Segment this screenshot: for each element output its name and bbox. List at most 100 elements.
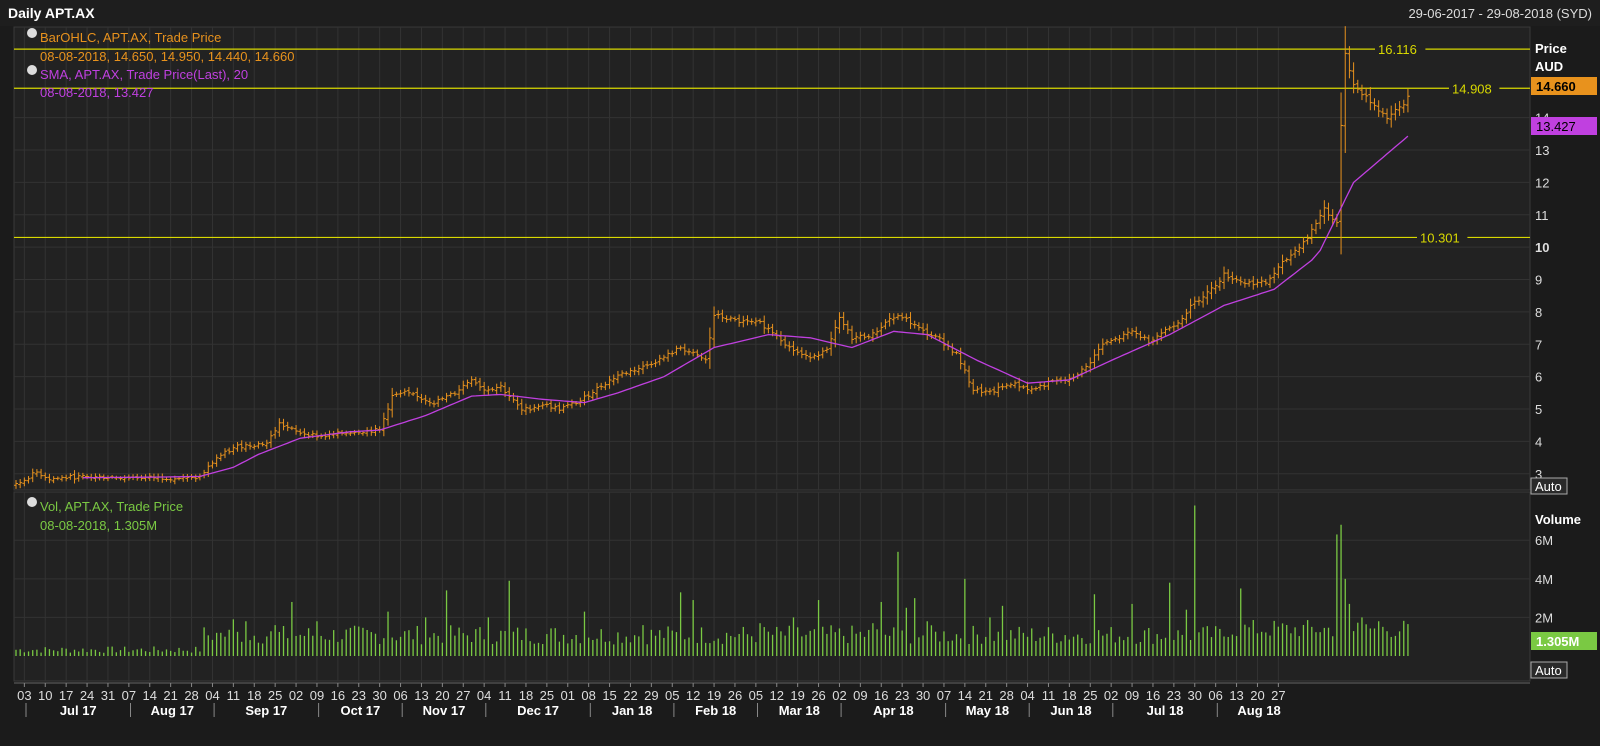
x-axis-day-label: 03 bbox=[17, 688, 31, 703]
chart-title: Daily APT.AX bbox=[8, 5, 95, 21]
x-axis-day-label: 21 bbox=[163, 688, 177, 703]
x-axis-day-label: 13 bbox=[414, 688, 428, 703]
x-axis-month-label: Nov 17 bbox=[423, 703, 466, 718]
x-axis-day-label: 23 bbox=[352, 688, 366, 703]
x-axis-day-label: 26 bbox=[811, 688, 825, 703]
x-axis-day-label: 10 bbox=[38, 688, 52, 703]
x-axis-day-label: 30 bbox=[372, 688, 386, 703]
x-axis-day-label: 06 bbox=[393, 688, 407, 703]
x-axis-day-label: 27 bbox=[1271, 688, 1285, 703]
x-axis-day-label: 15 bbox=[602, 688, 616, 703]
volume-auto-label: Auto bbox=[1535, 663, 1562, 678]
price-axis-title: Price bbox=[1535, 41, 1567, 56]
date-range: 29-06-2017 - 29-08-2018 (SYD) bbox=[1408, 6, 1592, 21]
x-axis-day-label: 04 bbox=[1020, 688, 1034, 703]
hline-value-label: 14.908 bbox=[1452, 81, 1492, 96]
x-axis-day-label: 21 bbox=[979, 688, 993, 703]
price-tick-label: 4 bbox=[1535, 434, 1542, 449]
x-axis-day-label: 14 bbox=[958, 688, 972, 703]
x-axis-day-label: 02 bbox=[289, 688, 303, 703]
x-axis-day-label: 30 bbox=[1188, 688, 1202, 703]
volume-legend-title: Vol, APT.AX, Trade Price bbox=[40, 499, 183, 514]
chart-window: Daily APT.AX 29-06-2017 - 29-08-2018 (SY… bbox=[0, 0, 1600, 741]
price-tick-label: 12 bbox=[1535, 175, 1549, 190]
x-axis-day-label: 16 bbox=[331, 688, 345, 703]
last-price-label: 14.660 bbox=[1536, 79, 1576, 94]
x-axis-day-label: 28 bbox=[999, 688, 1013, 703]
x-axis-day-label: 11 bbox=[227, 688, 241, 703]
ohlc-legend-icon[interactable] bbox=[27, 28, 37, 38]
volume-tick-label: 2M bbox=[1535, 610, 1553, 625]
sma-legend-icon[interactable] bbox=[27, 65, 37, 75]
price-auto-label: Auto bbox=[1535, 479, 1562, 494]
x-axis-day-label: 09 bbox=[1125, 688, 1139, 703]
volume-tick-label: 4M bbox=[1535, 572, 1553, 587]
price-tick-label: 11 bbox=[1535, 208, 1549, 223]
price-tick-label: 6 bbox=[1535, 370, 1542, 385]
volume-legend-values: 08-08-2018, 1.305M bbox=[40, 518, 157, 533]
x-axis-month-label: Sep 17 bbox=[245, 703, 287, 718]
x-axis-day-label: 07 bbox=[937, 688, 951, 703]
x-axis-month-label: Aug 17 bbox=[151, 703, 194, 718]
price-volume-chart: Daily APT.AX 29-06-2017 - 29-08-2018 (SY… bbox=[0, 0, 1600, 741]
x-axis-day-label: 29 bbox=[644, 688, 658, 703]
price-tick-label: 10 bbox=[1535, 240, 1549, 255]
x-axis-month-label: Jun 18 bbox=[1050, 703, 1091, 718]
x-axis-day-label: 20 bbox=[435, 688, 449, 703]
x-axis-day-label: 25 bbox=[268, 688, 282, 703]
price-tick-label: 8 bbox=[1535, 305, 1542, 320]
hline-value-label: 10.301 bbox=[1420, 230, 1460, 245]
x-axis-day-label: 18 bbox=[519, 688, 533, 703]
x-axis-day-label: 20 bbox=[1250, 688, 1264, 703]
x-axis-day-label: 09 bbox=[853, 688, 867, 703]
sma-legend-title: SMA, APT.AX, Trade Price(Last), 20 bbox=[40, 67, 248, 82]
x-axis-day-label: 09 bbox=[310, 688, 324, 703]
x-axis-day-label: 13 bbox=[1229, 688, 1243, 703]
x-axis-day-label: 12 bbox=[770, 688, 784, 703]
x-axis-day-label: 25 bbox=[1083, 688, 1097, 703]
x-axis-day-label: 05 bbox=[749, 688, 763, 703]
x-axis-day-label: 01 bbox=[561, 688, 575, 703]
x-axis-day-label: 04 bbox=[477, 688, 491, 703]
volume-axis-title: Volume bbox=[1535, 512, 1581, 527]
x-axis-day-label: 05 bbox=[665, 688, 679, 703]
x-axis-day-label: 28 bbox=[184, 688, 198, 703]
x-axis-month-label: Aug 18 bbox=[1237, 703, 1280, 718]
volume-tick-label: 6M bbox=[1535, 533, 1553, 548]
price-panel[interactable] bbox=[13, 26, 1531, 491]
sma-last-label: 13.427 bbox=[1536, 119, 1576, 134]
x-axis-day-label: 18 bbox=[1062, 688, 1076, 703]
sma-legend-values: 08-08-2018, 13.427 bbox=[40, 85, 153, 100]
x-axis-day-label: 08 bbox=[581, 688, 595, 703]
x-axis-month-label: Jan 18 bbox=[612, 703, 652, 718]
x-axis-day-label: 06 bbox=[1208, 688, 1222, 703]
price-tick-label: 9 bbox=[1535, 273, 1542, 288]
x-axis-day-label: 02 bbox=[832, 688, 846, 703]
last-volume-label: 1.305M bbox=[1536, 634, 1579, 649]
price-tick-label: 7 bbox=[1535, 337, 1542, 352]
x-axis-day-label: 11 bbox=[498, 688, 512, 703]
x-axis-month-label: May 18 bbox=[966, 703, 1009, 718]
x-axis-month-label: Jul 17 bbox=[60, 703, 97, 718]
x-axis-day-label: 26 bbox=[728, 688, 742, 703]
ohlc-legend-title: BarOHLC, APT.AX, Trade Price bbox=[40, 30, 221, 45]
x-axis-day-label: 07 bbox=[122, 688, 136, 703]
x-axis-day-label: 12 bbox=[686, 688, 700, 703]
x-axis-day-label: 23 bbox=[1167, 688, 1181, 703]
x-axis-day-label: 11 bbox=[1042, 688, 1056, 703]
volume-tick-labels: 2M 4M 6M bbox=[1535, 533, 1553, 625]
x-axis-month-label: Feb 18 bbox=[695, 703, 736, 718]
currency-label: AUD bbox=[1535, 59, 1563, 74]
x-axis-month-label: Mar 18 bbox=[779, 703, 820, 718]
x-axis-day-label: 25 bbox=[540, 688, 554, 703]
x-axis-month-label: Dec 17 bbox=[517, 703, 559, 718]
x-axis-day-label: 31 bbox=[101, 688, 115, 703]
x-axis-day-label: 17 bbox=[59, 688, 73, 703]
volume-legend-icon[interactable] bbox=[27, 497, 37, 507]
x-axis-day-label: 19 bbox=[790, 688, 804, 703]
x-axis-day-label: 02 bbox=[1104, 688, 1118, 703]
x-axis-day-label: 19 bbox=[707, 688, 721, 703]
x-axis-day-label: 16 bbox=[1146, 688, 1160, 703]
x-axis-day-label: 16 bbox=[874, 688, 888, 703]
x-axis-day-label: 27 bbox=[456, 688, 470, 703]
